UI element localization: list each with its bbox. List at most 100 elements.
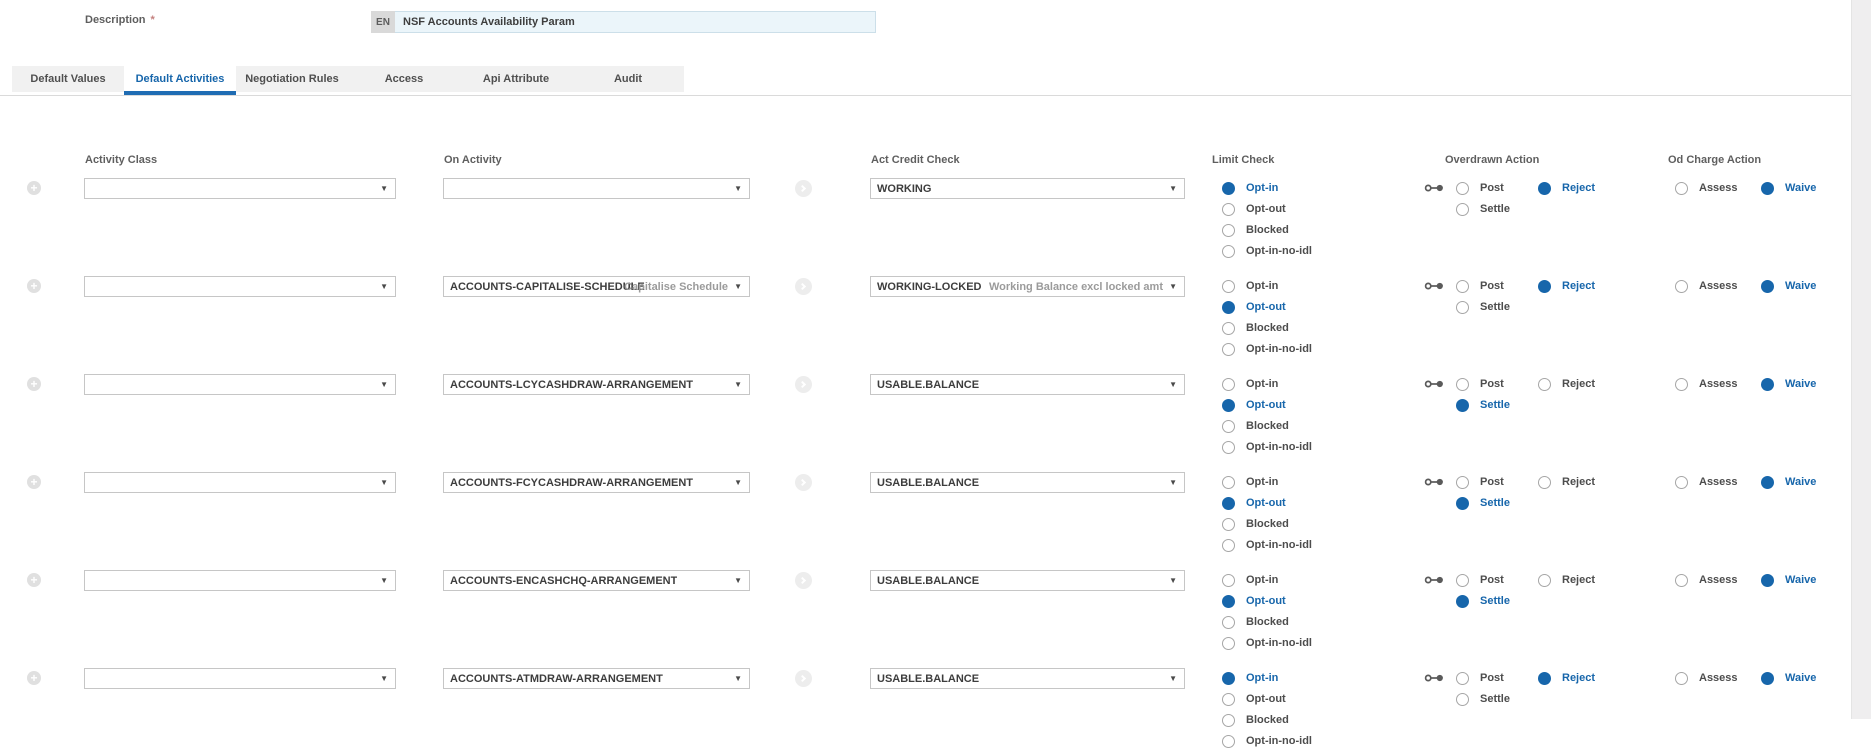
activity-class-select[interactable]: ▼: [84, 472, 396, 493]
limit-check-option[interactable]: Blocked: [1222, 615, 1289, 629]
on-activity-select[interactable]: ACCOUNTS-CAPITALISE-SCHEDULE Capitalise …: [443, 276, 750, 297]
key-icon[interactable]: [1424, 378, 1446, 390]
act-credit-check-select[interactable]: USABLE.BALANCE ▼: [870, 570, 1185, 591]
od-charge-action-option[interactable]: Assess: [1675, 377, 1738, 391]
on-activity-select[interactable]: ACCOUNTS-LCYCASHDRAW-ARRANGEMENT ▼: [443, 374, 750, 395]
key-icon[interactable]: [1424, 476, 1446, 488]
limit-check-option[interactable]: Opt-in-no-idl: [1222, 244, 1312, 258]
limit-check-option[interactable]: Opt-in-no-idl: [1222, 440, 1312, 454]
overdrawn-action-option[interactable]: Post: [1456, 279, 1504, 293]
od-charge-action-option[interactable]: Assess: [1675, 279, 1738, 293]
limit-check-option[interactable]: Opt-out: [1222, 496, 1286, 510]
tab-access[interactable]: Access: [348, 66, 460, 92]
od-charge-action-option[interactable]: Waive: [1761, 573, 1816, 587]
activity-class-select[interactable]: ▼: [84, 668, 396, 689]
limit-check-option[interactable]: Blocked: [1222, 713, 1289, 727]
expand-row-button[interactable]: [795, 180, 812, 197]
add-row-button[interactable]: +: [27, 573, 41, 587]
overdrawn-action-option[interactable]: Reject: [1538, 475, 1595, 489]
act-credit-check-select[interactable]: USABLE.BALANCE ▼: [870, 374, 1185, 395]
expand-row-button[interactable]: [795, 474, 812, 491]
od-charge-action-option[interactable]: Waive: [1761, 475, 1816, 489]
limit-check-option[interactable]: Opt-in: [1222, 181, 1278, 195]
add-row-button[interactable]: +: [27, 475, 41, 489]
add-row-button[interactable]: +: [27, 279, 41, 293]
od-charge-action-option[interactable]: Assess: [1675, 475, 1738, 489]
limit-check-option[interactable]: Opt-in-no-idl: [1222, 734, 1312, 748]
overdrawn-action-option[interactable]: Reject: [1538, 181, 1595, 195]
overdrawn-action-option[interactable]: Reject: [1538, 573, 1595, 587]
expand-row-button[interactable]: [795, 278, 812, 295]
limit-check-option[interactable]: Opt-in: [1222, 671, 1278, 685]
key-icon[interactable]: [1424, 182, 1446, 194]
description-input[interactable]: [395, 11, 876, 33]
overdrawn-action-option[interactable]: Settle: [1456, 202, 1510, 216]
activity-class-select[interactable]: ▼: [84, 276, 396, 297]
overdrawn-action-option[interactable]: Settle: [1456, 300, 1510, 314]
activity-class-select[interactable]: ▼: [84, 374, 396, 395]
limit-check-option[interactable]: Opt-out: [1222, 202, 1286, 216]
tab-default-values[interactable]: Default Values: [12, 66, 124, 92]
overdrawn-action-option[interactable]: Post: [1456, 475, 1504, 489]
vertical-scrollbar-track[interactable]: [1851, 0, 1871, 719]
expand-row-button[interactable]: [795, 572, 812, 589]
radio-button-icon: [1222, 378, 1235, 391]
od-charge-action-option[interactable]: Assess: [1675, 181, 1738, 195]
od-charge-action-option[interactable]: Waive: [1761, 181, 1816, 195]
overdrawn-action-option[interactable]: Settle: [1456, 398, 1510, 412]
activity-class-select[interactable]: ▼: [84, 570, 396, 591]
limit-check-option[interactable]: Blocked: [1222, 419, 1289, 433]
limit-check-option[interactable]: Opt-out: [1222, 692, 1286, 706]
overdrawn-action-option[interactable]: Reject: [1538, 377, 1595, 391]
limit-check-option[interactable]: Blocked: [1222, 223, 1289, 237]
key-icon[interactable]: [1424, 672, 1446, 684]
act-credit-check-select[interactable]: WORKING ▼: [870, 178, 1185, 199]
key-icon[interactable]: [1424, 574, 1446, 586]
limit-check-option[interactable]: Blocked: [1222, 517, 1289, 531]
on-activity-select[interactable]: ACCOUNTS-ATMDRAW-ARRANGEMENT ▼: [443, 668, 750, 689]
od-charge-action-option[interactable]: Assess: [1675, 671, 1738, 685]
overdrawn-action-option[interactable]: Post: [1456, 377, 1504, 391]
limit-check-option[interactable]: Opt-out: [1222, 398, 1286, 412]
limit-check-option[interactable]: Opt-out: [1222, 300, 1286, 314]
tab-default-activities[interactable]: Default Activities: [124, 66, 236, 92]
limit-check-option[interactable]: Opt-in: [1222, 475, 1278, 489]
tab-negotiation-rules[interactable]: Negotiation Rules: [236, 66, 348, 92]
activity-class-select[interactable]: ▼: [84, 178, 396, 199]
tab-api-attribute[interactable]: Api Attribute: [460, 66, 572, 92]
add-row-button[interactable]: +: [27, 671, 41, 685]
limit-check-option[interactable]: Opt-in-no-idl: [1222, 538, 1312, 552]
overdrawn-action-option[interactable]: Reject: [1538, 671, 1595, 685]
overdrawn-action-option[interactable]: Post: [1456, 671, 1504, 685]
expand-row-button[interactable]: [795, 670, 812, 687]
act-credit-check-select[interactable]: USABLE.BALANCE ▼: [870, 472, 1185, 493]
limit-check-option[interactable]: Opt-in-no-idl: [1222, 342, 1312, 356]
on-activity-select[interactable]: ACCOUNTS-ENCASHCHQ-ARRANGEMENT ▼: [443, 570, 750, 591]
limit-check-option[interactable]: Opt-in: [1222, 573, 1278, 587]
limit-check-option[interactable]: Blocked: [1222, 321, 1289, 335]
on-activity-select[interactable]: ▼: [443, 178, 750, 199]
od-charge-action-option[interactable]: Waive: [1761, 377, 1816, 391]
limit-check-option[interactable]: Opt-out: [1222, 594, 1286, 608]
overdrawn-action-option[interactable]: Post: [1456, 573, 1504, 587]
od-charge-action-option[interactable]: Waive: [1761, 671, 1816, 685]
overdrawn-action-option[interactable]: Settle: [1456, 594, 1510, 608]
limit-check-option[interactable]: Opt-in: [1222, 279, 1278, 293]
overdrawn-action-option[interactable]: Post: [1456, 181, 1504, 195]
expand-row-button[interactable]: [795, 376, 812, 393]
radio-label: Reject: [1562, 378, 1595, 390]
limit-check-option[interactable]: Opt-in-no-idl: [1222, 636, 1312, 650]
overdrawn-action-option[interactable]: Settle: [1456, 692, 1510, 706]
act-credit-check-select[interactable]: USABLE.BALANCE ▼: [870, 668, 1185, 689]
act-credit-check-select[interactable]: WORKING-LOCKED Working Balance excl lock…: [870, 276, 1185, 297]
overdrawn-action-option[interactable]: Reject: [1538, 279, 1595, 293]
on-activity-select[interactable]: ACCOUNTS-FCYCASHDRAW-ARRANGEMENT ▼: [443, 472, 750, 493]
od-charge-action-option[interactable]: Waive: [1761, 279, 1816, 293]
limit-check-option[interactable]: Opt-in: [1222, 377, 1278, 391]
add-row-button[interactable]: +: [27, 377, 41, 391]
key-icon[interactable]: [1424, 280, 1446, 292]
add-row-button[interactable]: +: [27, 181, 41, 195]
tab-audit[interactable]: Audit: [572, 66, 684, 92]
overdrawn-action-option[interactable]: Settle: [1456, 496, 1510, 510]
od-charge-action-option[interactable]: Assess: [1675, 573, 1738, 587]
